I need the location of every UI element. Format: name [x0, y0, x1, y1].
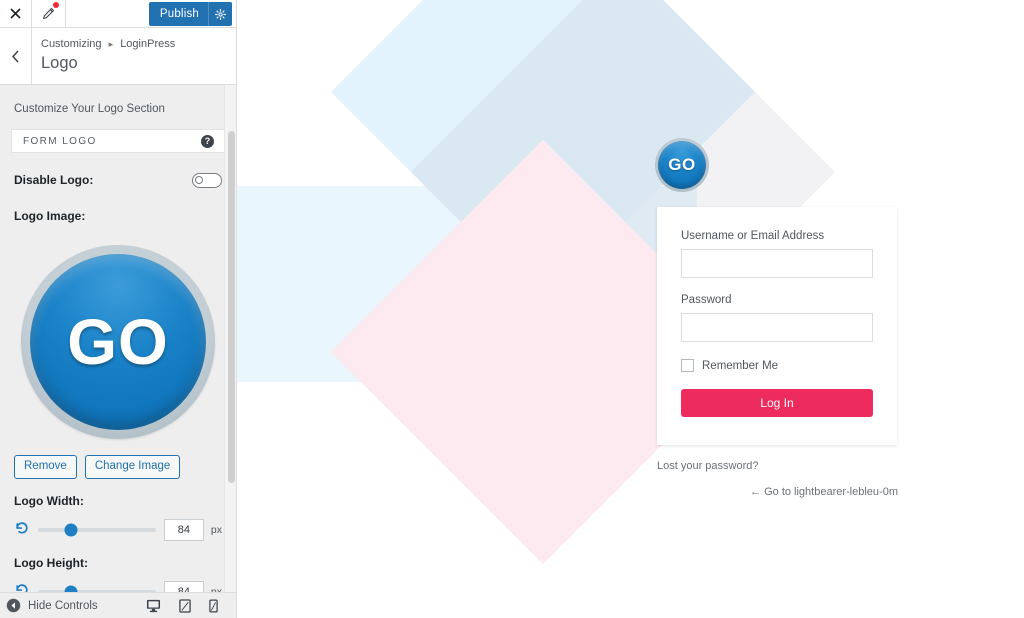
collapse-left-icon[interactable]	[6, 598, 21, 613]
panel-header: Customizing ▸ LoginPress Logo	[0, 28, 236, 85]
toggle-knob	[195, 175, 203, 184]
section-header-form-logo[interactable]: FORM LOGO ?	[11, 129, 225, 153]
breadcrumb-separator-icon: ▸	[108, 39, 114, 49]
logo-height-label: Logo Height:	[14, 556, 88, 570]
disable-logo-toggle[interactable]	[192, 172, 222, 188]
logo-image-label: Logo Image:	[14, 209, 86, 223]
section-header-label: FORM LOGO	[23, 135, 97, 147]
sidebar-scrollbar-thumb[interactable]	[228, 131, 235, 483]
logo-text: GO	[67, 306, 169, 378]
remember-me-row: Remember Me	[681, 359, 873, 372]
logo-width-field: Logo Width:	[0, 479, 236, 510]
reset-arrow-icon[interactable]	[14, 582, 32, 592]
customizer-sidebar: Publish Customizing ▸ LoginPress Logo Cu…	[0, 0, 237, 618]
hide-controls-label: Hide Controls	[28, 599, 98, 612]
login-submit-button[interactable]: Log In	[681, 389, 873, 417]
username-label: Username or Email Address	[681, 230, 825, 242]
breadcrumb-root[interactable]: Customizing	[41, 38, 102, 50]
logo-width-label: Logo Width:	[14, 494, 84, 508]
panel-header-text: Customizing ▸ LoginPress Logo	[32, 28, 175, 84]
logo-height-value[interactable]: 84	[163, 581, 204, 592]
section-description: Customize Your Logo Section	[14, 103, 165, 115]
hide-controls-button[interactable]: Hide Controls	[6, 598, 146, 613]
logo-width-slider-row: 84 px	[0, 510, 236, 541]
password-label: Password	[681, 294, 732, 306]
logo-width-slider[interactable]	[38, 523, 156, 537]
logo-image-buttons: Remove Change Image	[0, 443, 236, 479]
desktop-preview-icon[interactable]	[146, 599, 161, 613]
reset-arrow-icon[interactable]	[14, 520, 32, 541]
logo-height-slider[interactable]	[38, 585, 156, 592]
logo-text: GO	[668, 155, 696, 174]
logo-width-value[interactable]: 84	[163, 519, 204, 541]
notification-dot	[53, 2, 59, 8]
login-page-preview: GO Username or Email Address Password Re…	[237, 0, 1024, 618]
breadcrumb-current[interactable]: LoginPress	[120, 38, 175, 50]
logo-image-field: Logo Image:	[0, 188, 236, 225]
login-container: GO Username or Email Address Password Re…	[237, 0, 1024, 618]
logo-disc-graphic: GO	[21, 245, 215, 439]
logo-height-slider-handle[interactable]	[64, 585, 78, 592]
publish-button[interactable]: Publish	[148, 2, 232, 26]
logo-height-unit: px	[210, 586, 222, 592]
logo-height-slider-row: 84 px	[0, 572, 236, 592]
customizer-topbar: Publish	[0, 0, 236, 28]
login-nav-links: Lost your password? ← Go to lightbearer-…	[657, 459, 898, 499]
customizer-footer: Hide Controls	[0, 592, 236, 618]
disable-logo-row: Disable Logo:	[0, 153, 236, 188]
password-input[interactable]	[681, 313, 873, 342]
logo-width-slider-handle[interactable]	[64, 523, 78, 537]
pencil-edit-icon[interactable]	[32, 0, 66, 27]
device-preview-switcher	[146, 598, 228, 613]
logo-image-preview: GO	[14, 239, 222, 443]
question-mark-icon[interactable]: ?	[201, 134, 214, 148]
username-input[interactable]	[681, 249, 873, 278]
logo-disc-graphic: GO	[655, 138, 709, 192]
mobile-preview-icon[interactable]	[209, 599, 218, 613]
back-to-site-link[interactable]: ← Go to lightbearer-lebleu-0m	[657, 485, 898, 499]
sidebar-scrollbar-track[interactable]	[224, 85, 236, 592]
gear-icon[interactable]	[208, 2, 232, 26]
chevron-left-icon[interactable]	[0, 28, 32, 84]
lost-password-link[interactable]: Lost your password?	[657, 459, 898, 473]
change-image-button[interactable]: Change Image	[84, 455, 181, 479]
page-title: Logo	[41, 54, 78, 72]
logo-height-field: Logo Height:	[0, 541, 236, 572]
disable-logo-label: Disable Logo:	[14, 173, 94, 187]
tablet-preview-icon[interactable]	[179, 598, 191, 613]
customizer-scroll-body: Customize Your Logo Section FORM LOGO ? …	[0, 85, 236, 592]
login-form-card: Username or Email Address Password Remem…	[657, 207, 897, 445]
field-spacer	[681, 278, 873, 293]
login-logo[interactable]: GO	[655, 138, 709, 192]
close-icon[interactable]	[0, 0, 32, 27]
logo-width-unit: px	[210, 524, 222, 536]
breadcrumb: Customizing ▸ LoginPress	[41, 37, 175, 51]
publish-button-label: Publish	[159, 8, 199, 20]
remember-me-checkbox[interactable]	[681, 359, 694, 372]
remember-me-label: Remember Me	[702, 359, 779, 372]
remove-image-button[interactable]: Remove	[14, 455, 77, 479]
